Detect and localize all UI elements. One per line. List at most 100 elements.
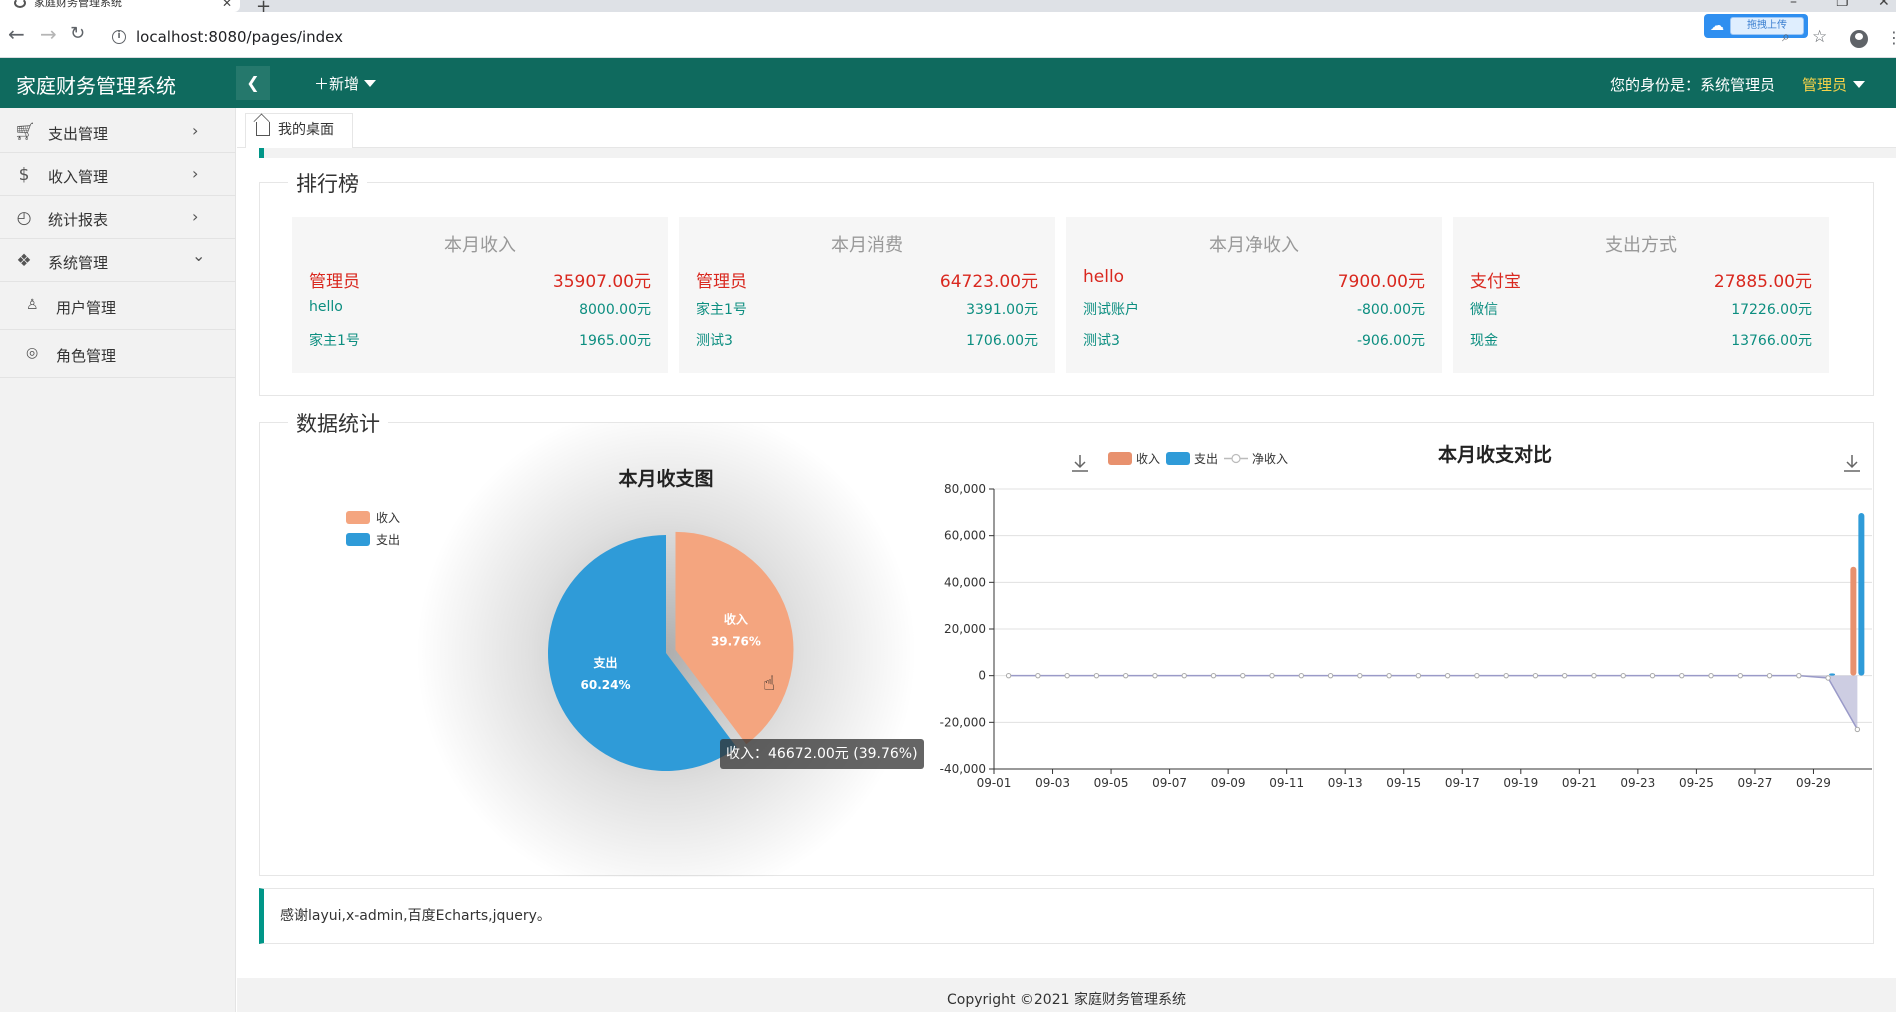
net-income-line[interactable]: [1008, 674, 1859, 730]
close-tab-icon[interactable]: ✕: [222, 0, 232, 9]
upload-extension-button[interactable]: 拖拽上传: [1730, 17, 1804, 35]
net-income-point[interactable]: [1327, 672, 1334, 679]
net-income-point[interactable]: [1708, 672, 1714, 679]
net-income-point[interactable]: [1386, 672, 1392, 679]
sidebar-item-role-management[interactable]: ◎ 角色管理: [0, 330, 236, 378]
sidebar-item-label: 统计报表: [48, 211, 109, 229]
net-income-point[interactable]: [1123, 672, 1129, 679]
income-bar[interactable]: [1850, 566, 1857, 676]
net-income-point[interactable]: [1444, 672, 1451, 679]
net-income-point[interactable]: [1679, 672, 1685, 679]
rank-card-title: 本月净收入: [1209, 235, 1299, 256]
bar-legend-label[interactable]: 支出: [1194, 452, 1218, 466]
net-income-point[interactable]: [1298, 672, 1305, 679]
tab-my-desktop[interactable]: 我的桌面: [245, 113, 353, 148]
add-menu-button[interactable]: ＋新增: [314, 73, 377, 94]
ranking-legend: 排行榜: [288, 168, 367, 198]
download-chart-icon[interactable]: [1072, 455, 1088, 472]
bar-legend-label[interactable]: 净收入: [1252, 452, 1288, 466]
address-bar[interactable]: localhost:8080/pages/index: [136, 28, 343, 46]
sidebar-item-label: 系统管理: [48, 254, 109, 272]
cloud-icon: ☁: [1710, 18, 1724, 34]
tab-label: 我的桌面: [278, 122, 334, 138]
net-income-point[interactable]: [1005, 672, 1012, 679]
browser-tab[interactable]: 家庭财务管理系统 ✕: [0, 0, 240, 12]
net-income-point[interactable]: [1766, 672, 1773, 679]
role-menu-button[interactable]: 管理员: [1802, 74, 1866, 95]
profile-avatar-icon[interactable]: [1850, 30, 1868, 48]
net-income-point[interactable]: [1035, 672, 1041, 679]
sidebar-item-reports[interactable]: ◴ 统计报表 ›: [0, 196, 236, 239]
minimize-window-icon[interactable]: –: [1790, 0, 1797, 10]
bar-legend-swatch[interactable]: [1108, 452, 1132, 465]
sidebar-item-income[interactable]: $ 收入管理 ›: [0, 153, 236, 196]
download-chart-icon[interactable]: [1844, 455, 1860, 472]
net-income-point[interactable]: [1562, 672, 1568, 679]
net-income-point[interactable]: [1854, 726, 1861, 733]
net-income-point[interactable]: [1474, 672, 1480, 679]
net-income-point[interactable]: [1415, 672, 1422, 679]
net-income-point[interactable]: [1620, 672, 1626, 679]
close-window-icon[interactable]: ✕: [1878, 0, 1890, 10]
x-tick-label: 09-25: [1679, 776, 1714, 790]
bar-legend-label[interactable]: 收入: [1136, 452, 1160, 466]
sidebar-item-expense[interactable]: 🛒︎ 支出管理 ›: [0, 110, 236, 153]
net-income-point[interactable]: [1737, 672, 1744, 679]
y-tick-label: 80,000: [944, 482, 986, 496]
rank-value: 7900.00元: [1337, 272, 1425, 292]
rank-row: hello 8000.00元: [309, 299, 651, 321]
forward-arrow-icon[interactable]: →: [40, 24, 57, 44]
browser-menu-icon[interactable]: ⋮: [1886, 28, 1896, 47]
net-income-point[interactable]: [1503, 672, 1509, 679]
rank-row: hello 7900.00元: [1083, 267, 1425, 292]
net-income-point[interactable]: [1064, 672, 1070, 679]
rank-card-title: 支出方式: [1605, 235, 1677, 256]
x-tick-label: 09-23: [1620, 776, 1655, 790]
net-income-point[interactable]: [1210, 672, 1217, 679]
bar-legend-marker[interactable]: [1231, 453, 1241, 464]
rank-card-spending: 本月消费 管理员 64723.00元 家主1号 3391.00元 测试3 1706.0…: [679, 217, 1055, 373]
net-income-point[interactable]: [1152, 672, 1158, 679]
net-income-point[interactable]: [1357, 672, 1363, 679]
bookmark-star-icon[interactable]: ☆: [1812, 28, 1827, 46]
expense-bar[interactable]: [1829, 673, 1836, 676]
net-income-point[interactable]: [1591, 672, 1597, 679]
role-icon: ◎: [26, 345, 39, 361]
net-income-point[interactable]: [1825, 675, 1831, 681]
rank-row: 支付宝 27885.00元: [1470, 267, 1812, 292]
rank-card-title: 本月消费: [831, 235, 903, 256]
site-info-icon[interactable]: i: [112, 30, 126, 44]
apps-icon: ❖: [16, 251, 32, 271]
sidebar-item-user-management[interactable]: ♙ 用户管理: [0, 282, 236, 330]
sidebar-item-system[interactable]: ❖ 系统管理 ⌄: [0, 239, 236, 282]
copyright: Copyright ©2021 家庭财务管理系统: [237, 978, 1896, 1012]
x-tick-label: 09-11: [1269, 776, 1304, 790]
restore-window-icon[interactable]: ❐: [1836, 0, 1849, 10]
sidebar-item-label: 收入管理: [48, 168, 109, 186]
zoom-search-icon[interactable]: ⌕: [1782, 28, 1790, 46]
x-tick-label: 09-19: [1503, 776, 1538, 790]
net-income-point[interactable]: [1181, 672, 1187, 679]
bar-legend-swatch[interactable]: [1166, 452, 1190, 465]
upload-extension[interactable]: ☁ 拖拽上传: [1704, 14, 1808, 38]
net-income-point[interactable]: [1649, 672, 1656, 679]
rank-name: 支付宝: [1470, 272, 1521, 292]
rank-value: 17226.00元: [1731, 302, 1812, 318]
pie-tooltip: 收入：46672.00元 (39.76%): [720, 739, 924, 769]
expense-bar[interactable]: [1858, 513, 1865, 676]
ranking-panel: 排行榜 本月收入 管理员 35907.00元 hello 8000.00元 家主1号…: [259, 168, 1874, 396]
rank-value: -800.00元: [1356, 302, 1425, 318]
net-income-point[interactable]: [1796, 672, 1802, 679]
collapse-sidebar-button[interactable]: ❮: [236, 66, 270, 100]
rank-card-net-income: 本月净收入 hello 7900.00元 测试账户 -800.00元 测试3 -906…: [1066, 217, 1442, 373]
back-arrow-icon[interactable]: ←: [8, 24, 25, 44]
x-tick-label: 09-21: [1562, 776, 1597, 790]
net-income-point[interactable]: [1269, 672, 1275, 679]
net-income-point[interactable]: [1093, 672, 1100, 679]
site-favicon-icon: [14, 0, 26, 8]
net-income-point[interactable]: [1240, 672, 1246, 679]
reload-icon[interactable]: ↻: [70, 24, 85, 44]
net-income-point[interactable]: [1532, 672, 1539, 679]
app-logo[interactable]: 家庭财务管理系统: [16, 70, 176, 99]
x-tick-label: 09-15: [1386, 776, 1421, 790]
